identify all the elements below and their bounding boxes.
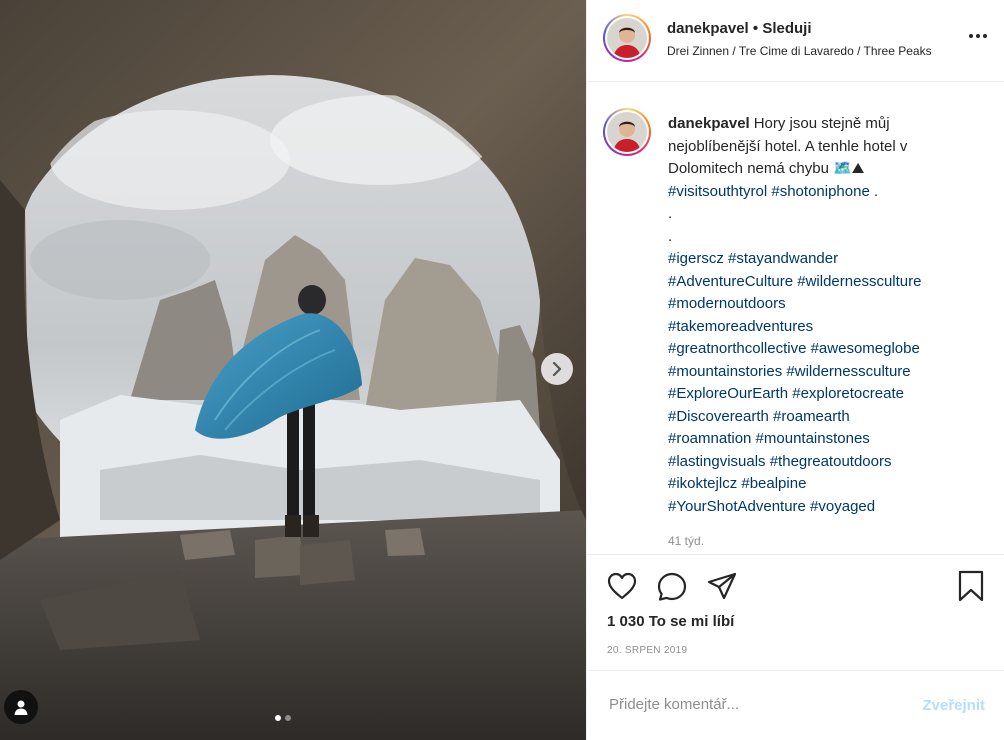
user-tag-icon [14, 700, 28, 715]
post-caption: danekpavel Hory jsou stejně můj nejoblíbe… [668, 113, 978, 518]
cave-mountain-photo [0, 0, 586, 740]
hashtag-line[interactable]: #mountainstories #wildernessculture [668, 361, 978, 384]
likes-count[interactable]: 1 030 To se mi líbí [607, 613, 734, 630]
caption-username-link[interactable]: danekpavel [668, 115, 750, 132]
avatar[interactable] [607, 18, 647, 58]
caption-time-ago[interactable]: 41 týd. [668, 534, 704, 548]
carousel-dot-2 [285, 715, 291, 721]
post-sidebar: danekpavel • Sleduji Drei Zinnen / Tre C… [586, 0, 1004, 740]
post-photo[interactable] [0, 0, 586, 740]
hashtag-line[interactable]: #modernoutdoors [668, 293, 978, 316]
tagged-users-button[interactable] [4, 690, 38, 724]
caption-line: . [668, 205, 673, 222]
next-photo-button[interactable] [541, 353, 573, 385]
hashtag-line[interactable]: #ikoktejlcz #bealpine [668, 473, 978, 496]
hashtag-line[interactable]: #Discoverearth #roamearth [668, 406, 978, 429]
hashtag-line[interactable]: #takemoreadventures [668, 316, 978, 339]
location-link[interactable]: Drei Zinnen / Tre Cime di Lavaredo / Thr… [667, 44, 983, 58]
hashtag-line[interactable]: #roamnation #mountainstones [668, 428, 978, 451]
share-icon [707, 572, 737, 600]
post-header: danekpavel • Sleduji Drei Zinnen / Tre C… [587, 0, 1004, 82]
comment-input[interactable] [607, 695, 901, 714]
following-button[interactable]: Sleduji [762, 20, 811, 37]
post-date[interactable]: 20. SRPEN 2019 [607, 645, 687, 656]
post-actions: 1 030 To se mi líbí 20. SRPEN 2019 [587, 554, 1004, 656]
hashtag-line[interactable]: #greatnorthcollective #awesomeglobe [668, 338, 978, 361]
hashtag-line[interactable]: #igerscz #stayandwander [668, 248, 978, 271]
hashtag-line[interactable]: #lastingvisuals #thegreatoutdoors [668, 451, 978, 474]
comments-area: danekpavel Hory jsou stejně můj nejoblíbe… [587, 82, 1004, 554]
carousel-dot-1 [275, 715, 281, 721]
comment-button[interactable] [657, 572, 687, 607]
caption-story-ring[interactable] [603, 108, 651, 156]
hashtag-line[interactable]: #AdventureCulture #wildernessculture [668, 271, 978, 294]
story-ring[interactable] [603, 14, 651, 62]
caption-line: nejoblíbenější hotel. A tenhle hotel v [668, 137, 908, 155]
hashtag-line[interactable]: #ExploreOurEarth #exploretocreate [668, 383, 978, 406]
add-comment-box: Zveřejnit [587, 670, 1004, 740]
heart-icon [607, 572, 637, 600]
username-link[interactable]: danekpavel [667, 20, 749, 37]
like-button[interactable] [607, 572, 637, 605]
hashtag-line[interactable]: #visitsouthtyrol #shotoniphone . [668, 181, 978, 204]
chevron-right-icon [552, 362, 562, 376]
comment-icon [657, 572, 687, 601]
caption-avatar[interactable] [607, 112, 647, 152]
post-container: danekpavel • Sleduji Drei Zinnen / Tre C… [0, 0, 1004, 740]
more-icon[interactable] [969, 34, 987, 38]
header-name-line: danekpavel • Sleduji [667, 20, 812, 37]
save-button[interactable] [957, 570, 985, 607]
caption-line: . [668, 227, 673, 245]
caption-line: Dolomitech nemá chybu 🗺️⛰ [668, 160, 865, 177]
post-comment-button[interactable]: Zveřejnit [922, 697, 985, 714]
caption-line: danekpavel Hory jsou stejně můj [668, 115, 890, 132]
share-button[interactable] [707, 572, 737, 605]
carousel-indicator [275, 715, 291, 721]
separator: • [752, 20, 759, 37]
bookmark-icon [958, 570, 984, 602]
hashtag-line[interactable]: #YourShotAdventure #voyaged [668, 496, 978, 519]
